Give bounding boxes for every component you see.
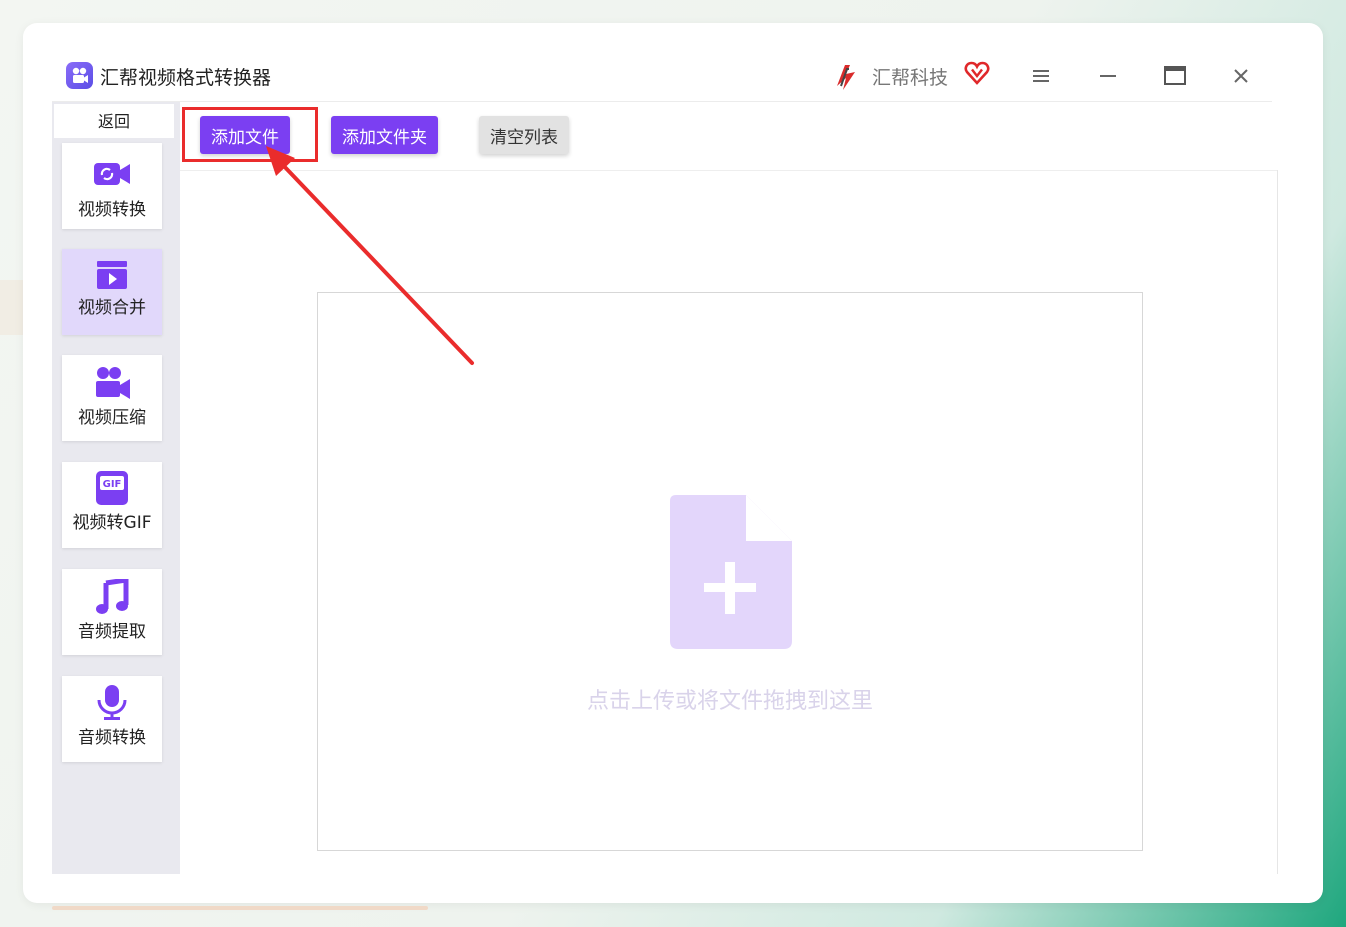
sidebar-item-label: 视频合并: [78, 298, 146, 318]
sidebar-item-video-convert[interactable]: 视频转换: [62, 143, 162, 229]
app-logo-icon: [66, 62, 93, 89]
video-convert-icon: [92, 157, 132, 193]
back-button[interactable]: 返回: [54, 104, 174, 138]
app-window: 汇帮视频格式转换器 汇帮科技 返回 视频转换 视频合并 视频压缩 GIF 视频转…: [52, 52, 1278, 874]
drop-hint-text: 点击上传或将文件拖拽到这里: [586, 689, 873, 714]
toolbar: 添加文件 添加文件夹 清空列表: [180, 102, 1278, 171]
brand-logo-icon: [830, 60, 862, 92]
title-bar: 汇帮视频格式转换器 汇帮科技: [52, 52, 1272, 102]
music-note-icon: [92, 577, 132, 615]
clear-list-button[interactable]: 清空列表: [479, 116, 569, 154]
panel-border: [1277, 170, 1278, 874]
video-compress-icon: [92, 365, 132, 401]
sidebar-item-video-gif[interactable]: GIF 视频转GIF: [62, 462, 162, 548]
maximize-icon[interactable]: [1160, 62, 1190, 90]
sidebar-item-video-compress[interactable]: 视频压缩: [62, 355, 162, 441]
close-icon[interactable]: [1226, 62, 1256, 90]
sidebar-item-video-merge[interactable]: 视频合并: [62, 249, 162, 335]
file-add-icon: [670, 495, 792, 649]
menu-icon[interactable]: [1026, 62, 1056, 90]
annotation-highlight-box: [182, 107, 318, 162]
microphone-icon: [92, 684, 132, 720]
svg-text:GIF: GIF: [103, 479, 122, 490]
sidebar-item-label: 视频转GIF: [72, 513, 152, 533]
minimize-icon[interactable]: [1093, 62, 1123, 90]
bottom-accent-line: [52, 906, 428, 910]
sidebar-item-label: 音频提取: [78, 622, 146, 642]
add-folder-button[interactable]: 添加文件夹: [331, 116, 438, 154]
file-drop-zone[interactable]: 点击上传或将文件拖拽到这里: [317, 292, 1143, 851]
gif-icon: GIF: [92, 470, 132, 506]
sidebar-item-label: 音频转换: [78, 728, 146, 748]
video-merge-icon: [92, 259, 132, 295]
sidebar-item-label: 视频转换: [78, 200, 146, 220]
sidebar-item-audio-extract[interactable]: 音频提取: [62, 569, 162, 655]
sidebar-item-audio-convert[interactable]: 音频转换: [62, 676, 162, 762]
heart-icon[interactable]: [964, 60, 990, 86]
sidebar-item-label: 视频压缩: [78, 408, 146, 428]
app-title: 汇帮视频格式转换器: [100, 67, 272, 89]
brand-name: 汇帮科技: [872, 67, 949, 89]
sidebar: 返回 视频转换 视频合并 视频压缩 GIF 视频转GIF 音频提取 音频转换: [52, 102, 180, 874]
